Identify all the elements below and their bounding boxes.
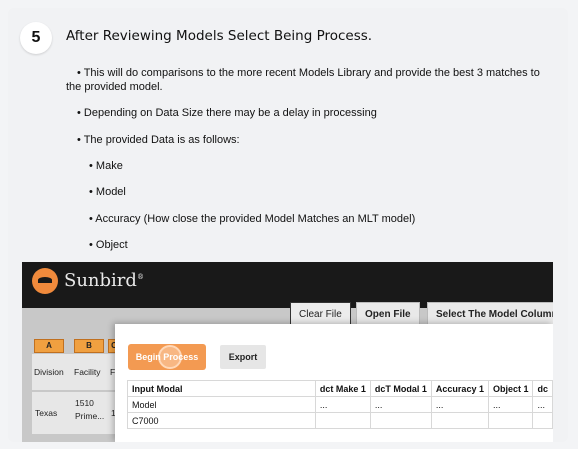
cell-object-1: ...	[487, 396, 534, 413]
bullet-comparisons-cont: the provided model.	[66, 81, 163, 93]
table-row[interactable]: Model ... ... ... ... ...	[127, 396, 553, 413]
column-letter-b[interactable]: B	[74, 339, 104, 353]
sunbird-logo-text: Sunbird®	[64, 270, 144, 291]
cell-dct-make-1	[314, 412, 371, 429]
header-dct-make-1: dct Make 1	[314, 380, 371, 397]
cell-input-modal: C7000	[127, 412, 316, 429]
grid-cell-facility[interactable]: 1510 Prime...	[72, 392, 109, 434]
cell-dct-modal-1	[369, 412, 432, 429]
bullet-comparisons: • This will do comparisons to the more r…	[77, 67, 540, 79]
cell-dct-make-1: ...	[314, 396, 371, 413]
step-card: 5 After Reviewing Models Select Being Pr…	[8, 8, 568, 442]
grid-cell-division[interactable]: Texas	[32, 392, 73, 434]
bullet-object: • Object	[89, 239, 128, 251]
sunbird-logo-icon	[32, 268, 58, 294]
cell-input-modal: Model	[127, 396, 316, 413]
step-number-badge: 5	[20, 22, 52, 54]
results-table-header-row: Input Modal dct Make 1 dcT Modal 1 Accur…	[127, 380, 553, 397]
export-button[interactable]: Export	[220, 345, 266, 369]
begin-process-label: Begin Process	[135, 352, 199, 362]
bullet-data-intro: • The provided Data is as follows:	[77, 134, 240, 146]
grid-header-facility: Facility	[72, 354, 109, 390]
cell-accuracy-1: ...	[430, 396, 489, 413]
header-accuracy-1: Accuracy 1	[430, 380, 489, 397]
bullet-accuracy: • Accuracy (How close the provided Model…	[89, 213, 416, 225]
bullet-delay: • Depending on Data Size there may be a …	[77, 107, 377, 119]
header-input-modal: Input Modal	[127, 380, 316, 397]
cell-dc: ...	[532, 396, 553, 413]
bullet-make: • Make	[89, 160, 123, 172]
cell-accuracy-1	[430, 412, 489, 429]
begin-process-button[interactable]: Begin Process	[128, 344, 206, 370]
cell-object-1	[487, 412, 534, 429]
column-letter-a[interactable]: A	[34, 339, 64, 353]
results-table: Input Modal dct Make 1 dcT Modal 1 Accur…	[127, 380, 553, 429]
header-dc: dc	[532, 380, 553, 397]
cell-dc	[532, 412, 553, 429]
bullet-model: • Model	[89, 186, 126, 198]
header-object-1: Object 1	[487, 380, 534, 397]
embedded-app-screenshot: Sunbird® Clear File Open File Select The…	[22, 262, 553, 442]
cell-dct-modal-1: ...	[369, 396, 432, 413]
table-row[interactable]: C7000	[127, 412, 553, 429]
header-dct-modal-1: dcT Modal 1	[369, 380, 432, 397]
grid-header-division: Division	[32, 354, 73, 390]
step-title: After Reviewing Models Select Being Proc…	[66, 28, 373, 44]
process-dialog: Begin Process Export Input Modal dct Mak…	[115, 324, 553, 442]
